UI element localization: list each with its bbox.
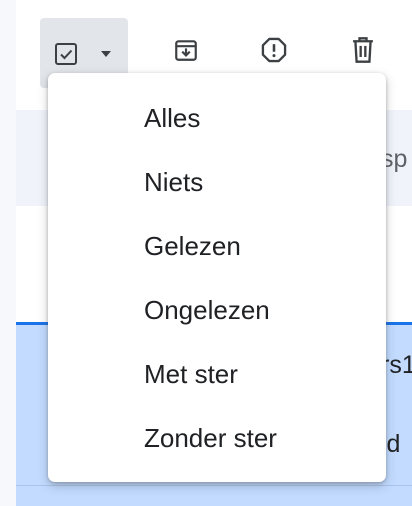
- menu-item-read[interactable]: Gelezen: [48, 214, 386, 278]
- menu-item-all[interactable]: Alles: [48, 86, 386, 150]
- delete-button[interactable]: [347, 34, 379, 66]
- trash-icon: [353, 37, 373, 63]
- archive-icon: [175, 40, 197, 61]
- menu-item-starred[interactable]: Met ster: [48, 342, 386, 406]
- report-spam-button[interactable]: [258, 34, 290, 66]
- caret-down-icon: [101, 51, 111, 57]
- report-spam-icon: [261, 37, 287, 63]
- archive-button[interactable]: [170, 34, 202, 66]
- mail-row[interactable]: [16, 486, 412, 506]
- menu-item-none[interactable]: Niets: [48, 150, 386, 214]
- checkbox-checked-icon: [55, 43, 77, 65]
- menu-item-unstarred[interactable]: Zonder ster: [48, 406, 386, 470]
- menu-item-unread[interactable]: Ongelezen: [48, 278, 386, 342]
- select-menu: Alles Niets Gelezen Ongelezen Met ster Z…: [48, 73, 386, 482]
